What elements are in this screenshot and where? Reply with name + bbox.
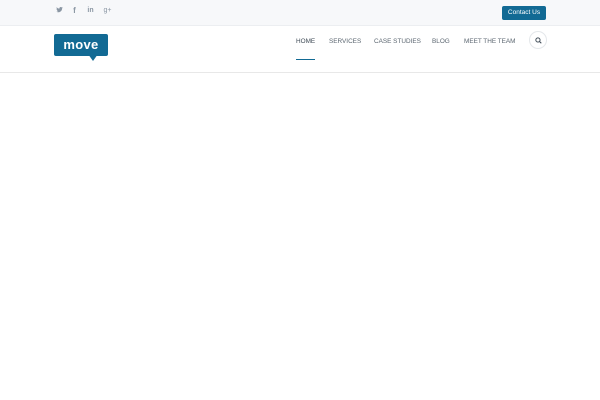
main-content [0,73,600,400]
linkedin-icon[interactable]: in [86,6,95,16]
site-header: move HOME SERVICES CASE STUDIES BLOG MEE… [0,26,600,73]
nav-meet-the-team[interactable]: MEET THE TEAM [464,37,516,47]
nav-home[interactable]: HOME [296,37,315,47]
main-nav: HOME SERVICES CASE STUDIES BLOG MEET THE… [0,37,600,57]
nav-services[interactable]: SERVICES [329,37,361,47]
social-links: f in g+ [56,6,120,16]
google-plus-icon[interactable]: g+ [103,6,112,16]
facebook-icon[interactable]: f [71,6,78,16]
top-bar: f in g+ Contact Us [0,0,600,26]
twitter-icon[interactable] [56,6,63,16]
nav-active-indicator [296,59,315,60]
search-button[interactable] [529,31,547,49]
search-icon [534,36,542,44]
nav-blog[interactable]: BLOG [432,37,450,47]
contact-us-button[interactable]: Contact Us [502,6,546,20]
nav-case-studies[interactable]: CASE STUDIES [374,37,421,47]
